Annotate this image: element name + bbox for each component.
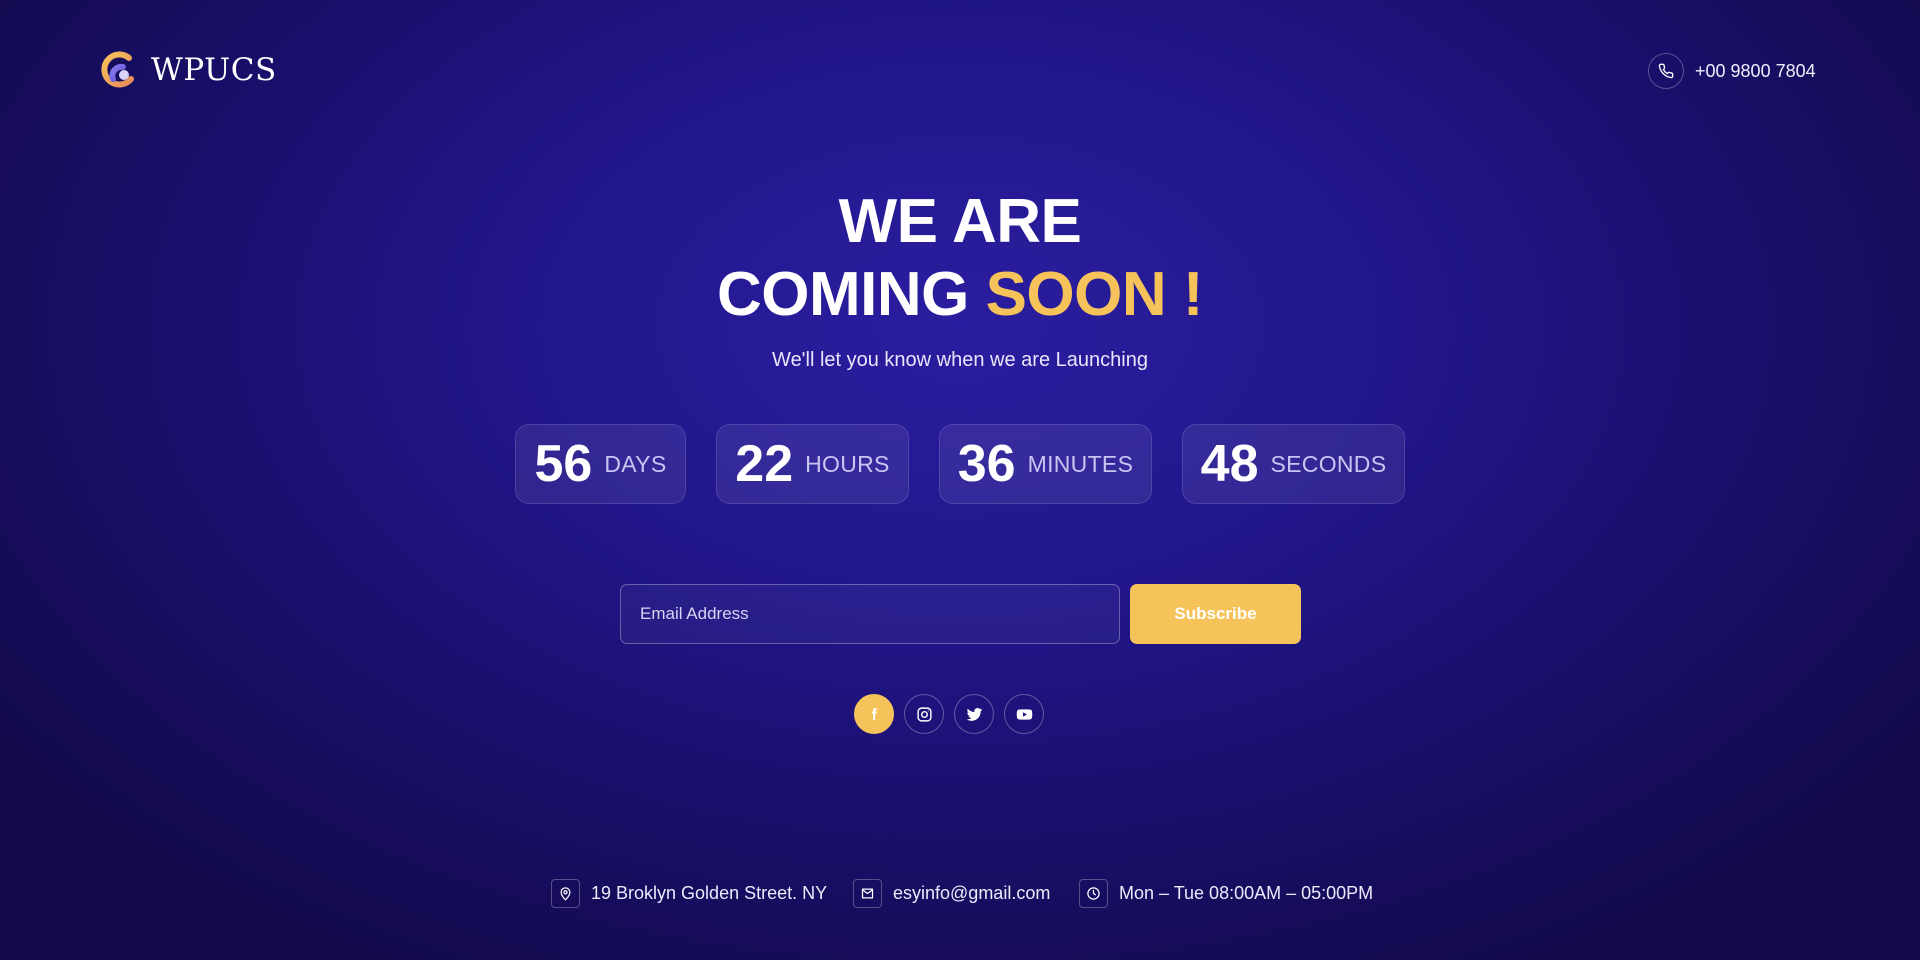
youtube-icon[interactable] [1004,694,1044,734]
phone-icon [1648,53,1684,89]
countdown-minutes-label: MINUTES [1027,450,1134,477]
countdown-seconds-value: 48 [1200,435,1259,493]
facebook-icon[interactable] [854,694,894,734]
countdown-days-label: DAYS [604,450,667,477]
countdown-minutes: 36 MINUTES [939,424,1152,504]
brand-logo[interactable]: WPUCS [99,49,277,91]
footer-address-text: 19 Broklyn Golden Street. NY [591,883,828,903]
countdown-seconds: 48 SECONDS [1182,424,1405,504]
hero-subtitle: We'll let you know when we are Launching [772,349,1148,371]
brand-name: WPUCS [151,52,277,88]
footer-email[interactable]: esyinfo@gmail.com [853,879,1050,908]
logo-icon [101,51,134,88]
twitter-icon[interactable] [954,694,994,734]
instagram-icon[interactable] [904,694,944,734]
countdown-hours-label: HOURS [805,450,890,477]
subscribe-button[interactable]: Subscribe [1130,584,1301,644]
phone-number: +00 9800 7804 [1695,60,1816,81]
footer-hours: Mon – Tue 08:00AM – 05:00PM [1079,879,1373,908]
countdown-minutes-value: 36 [957,435,1016,493]
mail-icon [853,879,882,908]
hero-title-line-2: COMING SOON ! [0,259,1920,331]
footer-hours-text: Mon – Tue 08:00AM – 05:00PM [1119,883,1374,903]
hero-title-soon: SOON ! [985,260,1204,329]
countdown-hours-value: 22 [735,435,794,493]
footer-address: 19 Broklyn Golden Street. NY [551,879,827,908]
footer-email-text: esyinfo@gmail.com [893,883,1051,903]
email-input[interactable]: Email Address [620,584,1120,644]
hero-title-line-1: WE ARE [838,187,1082,256]
countdown-days: 56 DAYS [515,424,686,504]
countdown-days-value: 56 [534,435,593,493]
countdown-seconds-label: SECONDS [1270,450,1387,477]
location-pin-icon [551,879,580,908]
header-phone[interactable]: +00 9800 7804 [1648,53,1816,89]
countdown-hours: 22 HOURS [716,424,909,504]
hero-title-coming: COMING [716,260,969,329]
clock-icon [1079,879,1108,908]
